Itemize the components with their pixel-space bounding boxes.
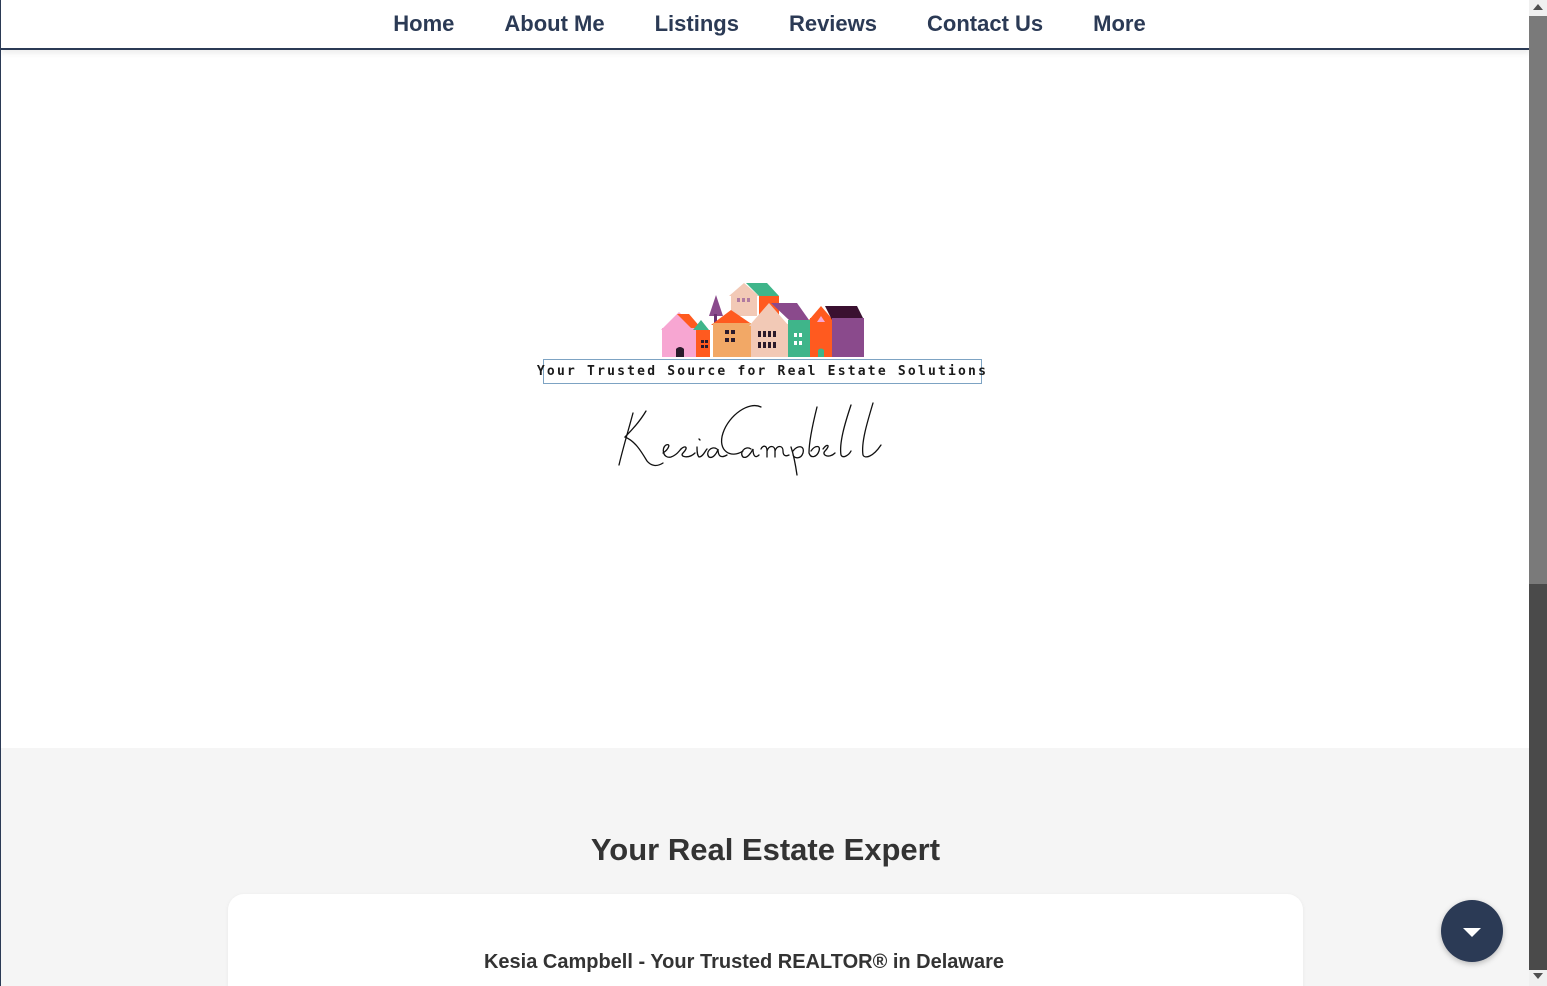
expert-section: Your Real Estate Expert Kesia Campbell -… [1,748,1529,986]
card-heading: Kesia Campbell - Your Trusted REALTOR® i… [483,951,1005,973]
intro-card: Kesia Campbell - Your Trusted REALTOR® i… [228,894,1303,986]
scrollbar-track[interactable] [1529,584,1547,970]
hero-section: Your Trusted Source for Real Estate Solu… [1,50,1529,748]
scroll-down-arrow-icon[interactable] [1533,973,1543,979]
page-scrollbar[interactable] [1529,0,1547,986]
nav-item-more[interactable]: More [1068,11,1171,37]
kesia-campbell-signature-logo [618,402,882,476]
logo-tagline: Your Trusted Source for Real Estate Solu… [536,364,989,379]
chevron-down-icon [1463,928,1481,937]
houses-logo-icon [661,283,864,357]
section-title: Your Real Estate Expert [590,832,941,867]
scrollbar-thumb[interactable] [1529,16,1547,584]
site-logo: Your Trusted Source for Real Estate Solu… [537,278,986,478]
nav-menu: Home About Me Listings Reviews Contact U… [1,0,1529,48]
nav-item-reviews[interactable]: Reviews [764,11,902,37]
page: Home About Me Listings Reviews Contact U… [0,0,1529,986]
scroll-up-arrow-icon[interactable] [1533,4,1543,10]
nav-item-contact-us[interactable]: Contact Us [902,11,1068,37]
top-navigation: Home About Me Listings Reviews Contact U… [1,0,1529,50]
logo-tagline-box: Your Trusted Source for Real Estate Solu… [537,359,986,384]
scroll-down-button[interactable] [1441,900,1503,962]
nav-item-listings[interactable]: Listings [630,11,764,37]
nav-item-home[interactable]: Home [368,11,479,37]
nav-item-about-me[interactable]: About Me [479,11,629,37]
